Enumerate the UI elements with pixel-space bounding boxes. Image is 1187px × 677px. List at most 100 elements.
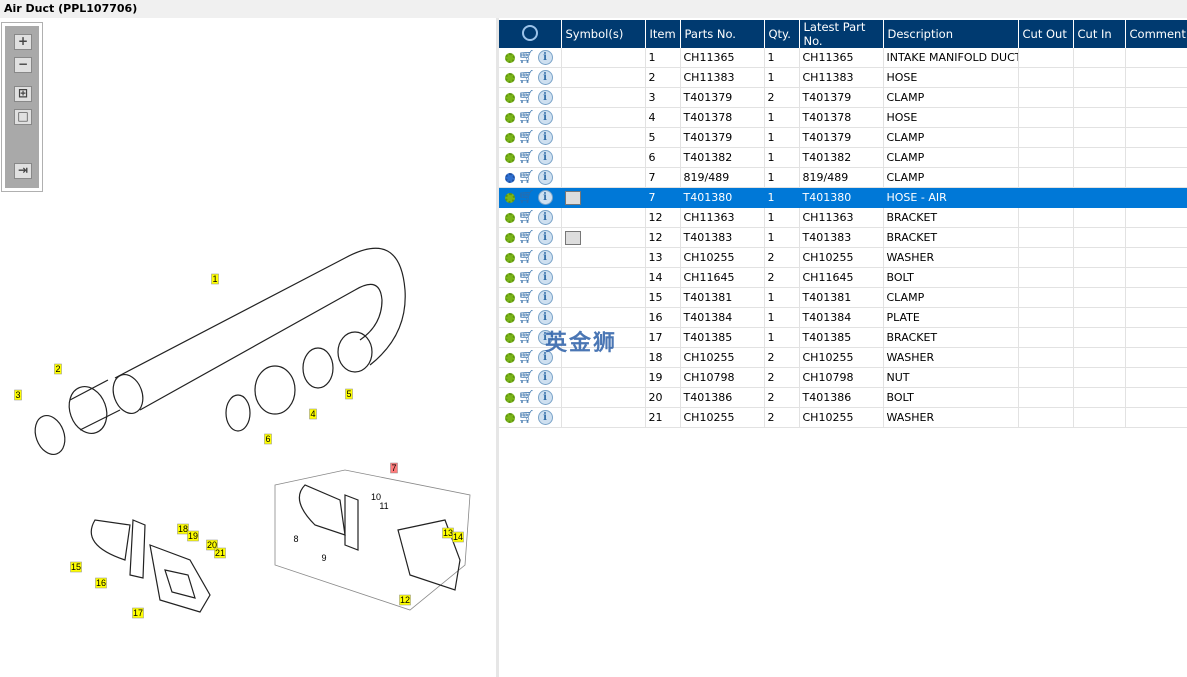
info-icon[interactable]: i xyxy=(537,410,553,425)
cart-icon[interactable]: 🛒︎ xyxy=(518,90,535,105)
gear-icon[interactable] xyxy=(505,72,515,83)
diagram-pane[interactable]: 1 2 3 4 5 6 7 8 9 10 11 12 13 14 15 16 17 18 19 20 21 + − ⊞ … xyxy=(0,18,499,677)
multi-gear-icon[interactable] xyxy=(505,172,515,183)
info-icon[interactable]: i xyxy=(537,170,553,185)
callout-16[interactable]: 16 xyxy=(96,578,106,588)
info-icon[interactable]: i xyxy=(537,110,553,125)
table-row[interactable]: 🛒︎ i 1 CH11365 1 CH11365 INTAKE MANIFOLD … xyxy=(499,48,1187,68)
info-icon[interactable]: i xyxy=(537,390,553,405)
fit-all-button[interactable]: ⊞ xyxy=(14,86,32,102)
gear-icon[interactable] xyxy=(505,312,515,323)
callout-2[interactable]: 2 xyxy=(55,364,60,374)
cart-icon[interactable]: 🛒︎ xyxy=(518,370,535,385)
cart-icon[interactable]: 🛒︎ xyxy=(518,150,535,165)
callout-18[interactable]: 18 xyxy=(178,524,188,534)
table-row[interactable]: 🛒︎ i 7 T401380 1 T401380 HOSE - AIR xyxy=(499,187,1187,208)
gear-icon[interactable] xyxy=(505,132,515,143)
callout-15[interactable]: 15 xyxy=(71,562,81,572)
column-header-cut-in[interactable]: Cut In xyxy=(1073,20,1126,48)
fit-box-button[interactable]: □ xyxy=(14,109,32,125)
table-row[interactable]: 🛒︎ i 3 T401379 2 T401379 CLAMP xyxy=(499,87,1187,108)
callout-17[interactable]: 17 xyxy=(133,608,143,618)
column-header-symbol-s[interactable]: Symbol(s) xyxy=(561,20,646,48)
zoom-out-button[interactable]: − xyxy=(14,57,32,73)
export-button[interactable]: ⇥ xyxy=(14,163,32,179)
cart-icon[interactable]: 🛒︎ xyxy=(518,210,535,225)
gear-icon[interactable] xyxy=(505,232,515,243)
table-row[interactable]: 🛒︎ i 15 T401381 1 T401381 CLAMP xyxy=(499,287,1187,308)
column-header-comment[interactable]: Comment xyxy=(1125,20,1187,48)
gear-icon[interactable] xyxy=(505,252,515,263)
gear-icon[interactable] xyxy=(505,212,515,223)
gear-icon[interactable] xyxy=(505,332,515,343)
cart-icon[interactable]: 🛒︎ xyxy=(518,350,535,365)
callout-3[interactable]: 3 xyxy=(15,390,20,400)
table-row[interactable]: 🛒︎ i 6 T401382 1 T401382 CLAMP xyxy=(499,147,1187,168)
callout-5[interactable]: 5 xyxy=(346,389,351,399)
callout-4[interactable]: 4 xyxy=(310,409,315,419)
callout-1[interactable]: 1 xyxy=(212,274,217,284)
cart-icon[interactable]: 🛒︎ xyxy=(518,270,535,285)
info-icon[interactable]: i xyxy=(537,70,553,85)
column-header-qty[interactable]: Qty. xyxy=(764,20,800,48)
info-icon[interactable]: i xyxy=(537,290,553,305)
cart-icon[interactable]: 🛒︎ xyxy=(518,70,535,85)
book-icon[interactable] xyxy=(564,230,581,245)
gear-icon[interactable] xyxy=(505,92,515,103)
callout-19[interactable]: 19 xyxy=(188,531,198,541)
cart-icon[interactable]: 🛒︎ xyxy=(518,170,535,185)
table-row[interactable]: 🛒︎ i 2 CH11383 1 CH11383 HOSE xyxy=(499,67,1187,88)
table-row[interactable]: 🛒︎ i 21 CH10255 2 CH10255 WASHER xyxy=(499,407,1187,428)
callout-6[interactable]: 6 xyxy=(265,434,270,444)
table-row[interactable]: 🛒︎ i 12 T401383 1 T401383 BRACKET xyxy=(499,227,1187,248)
column-header-description[interactable]: Description xyxy=(883,20,1019,48)
gear-icon[interactable] xyxy=(505,412,515,423)
info-icon[interactable]: i xyxy=(537,50,553,65)
gear-icon[interactable] xyxy=(505,392,515,403)
gear-icon[interactable] xyxy=(505,152,515,163)
cart-icon[interactable]: 🛒︎ xyxy=(518,250,535,265)
cart-icon[interactable]: 🛒︎ xyxy=(518,50,535,65)
info-icon[interactable]: i xyxy=(537,210,553,225)
info-icon[interactable]: i xyxy=(537,130,553,145)
gear-icon[interactable] xyxy=(505,372,515,383)
callout-11[interactable]: 11 xyxy=(379,501,388,511)
cart-icon[interactable]: 🛒︎ xyxy=(518,310,535,325)
cart-icon[interactable]: 🛒︎ xyxy=(518,110,535,125)
gear-icon[interactable] xyxy=(505,272,515,283)
info-icon[interactable]: i xyxy=(537,150,553,165)
cart-icon[interactable]: 🛒︎ xyxy=(518,290,535,305)
gear-icon[interactable] xyxy=(505,112,515,123)
magnifier-icon[interactable] xyxy=(521,24,538,41)
gear-icon[interactable] xyxy=(505,52,515,63)
callout-14[interactable]: 14 xyxy=(453,532,463,542)
table-row[interactable]: 🛒︎ i 20 T401386 2 T401386 BOLT xyxy=(499,387,1187,408)
gear-icon[interactable] xyxy=(505,352,515,363)
info-icon[interactable]: i xyxy=(537,370,553,385)
callout-12[interactable]: 12 xyxy=(400,595,410,605)
info-icon[interactable]: i xyxy=(537,190,553,205)
info-icon[interactable]: i xyxy=(537,230,553,245)
zoom-in-button[interactable]: + xyxy=(14,34,32,50)
table-row[interactable]: 🛒︎ i 14 CH11645 2 CH11645 BOLT xyxy=(499,267,1187,288)
column-header-cut-out[interactable]: Cut Out xyxy=(1018,20,1074,48)
column-header-latest-part-no[interactable]: Latest Part No. xyxy=(799,20,884,48)
cart-icon[interactable]: 🛒︎ xyxy=(518,410,535,425)
cart-icon[interactable]: 🛒︎ xyxy=(518,330,535,345)
gear-icon[interactable] xyxy=(505,192,515,203)
exploded-diagram[interactable]: 12345678910111213 1415161718192021 xyxy=(0,18,496,677)
table-row[interactable]: 🛒︎ i 4 T401378 1 T401378 HOSE xyxy=(499,107,1187,128)
callout-8[interactable]: 8 xyxy=(293,534,298,544)
callout-9[interactable]: 9 xyxy=(321,553,326,563)
cart-icon[interactable]: 🛒︎ xyxy=(518,190,535,205)
column-header-parts-no[interactable]: Parts No. xyxy=(680,20,765,48)
book-icon[interactable] xyxy=(564,190,581,205)
cart-icon[interactable]: 🛒︎ xyxy=(518,130,535,145)
cart-icon[interactable]: 🛒︎ xyxy=(518,230,535,245)
info-icon[interactable]: i xyxy=(537,90,553,105)
info-icon[interactable]: i xyxy=(537,250,553,265)
table-row[interactable]: 🛒︎ i 5 T401379 1 T401379 CLAMP xyxy=(499,127,1187,148)
search-column-header[interactable] xyxy=(499,20,562,48)
gear-icon[interactable] xyxy=(505,292,515,303)
cart-icon[interactable]: 🛒︎ xyxy=(518,390,535,405)
